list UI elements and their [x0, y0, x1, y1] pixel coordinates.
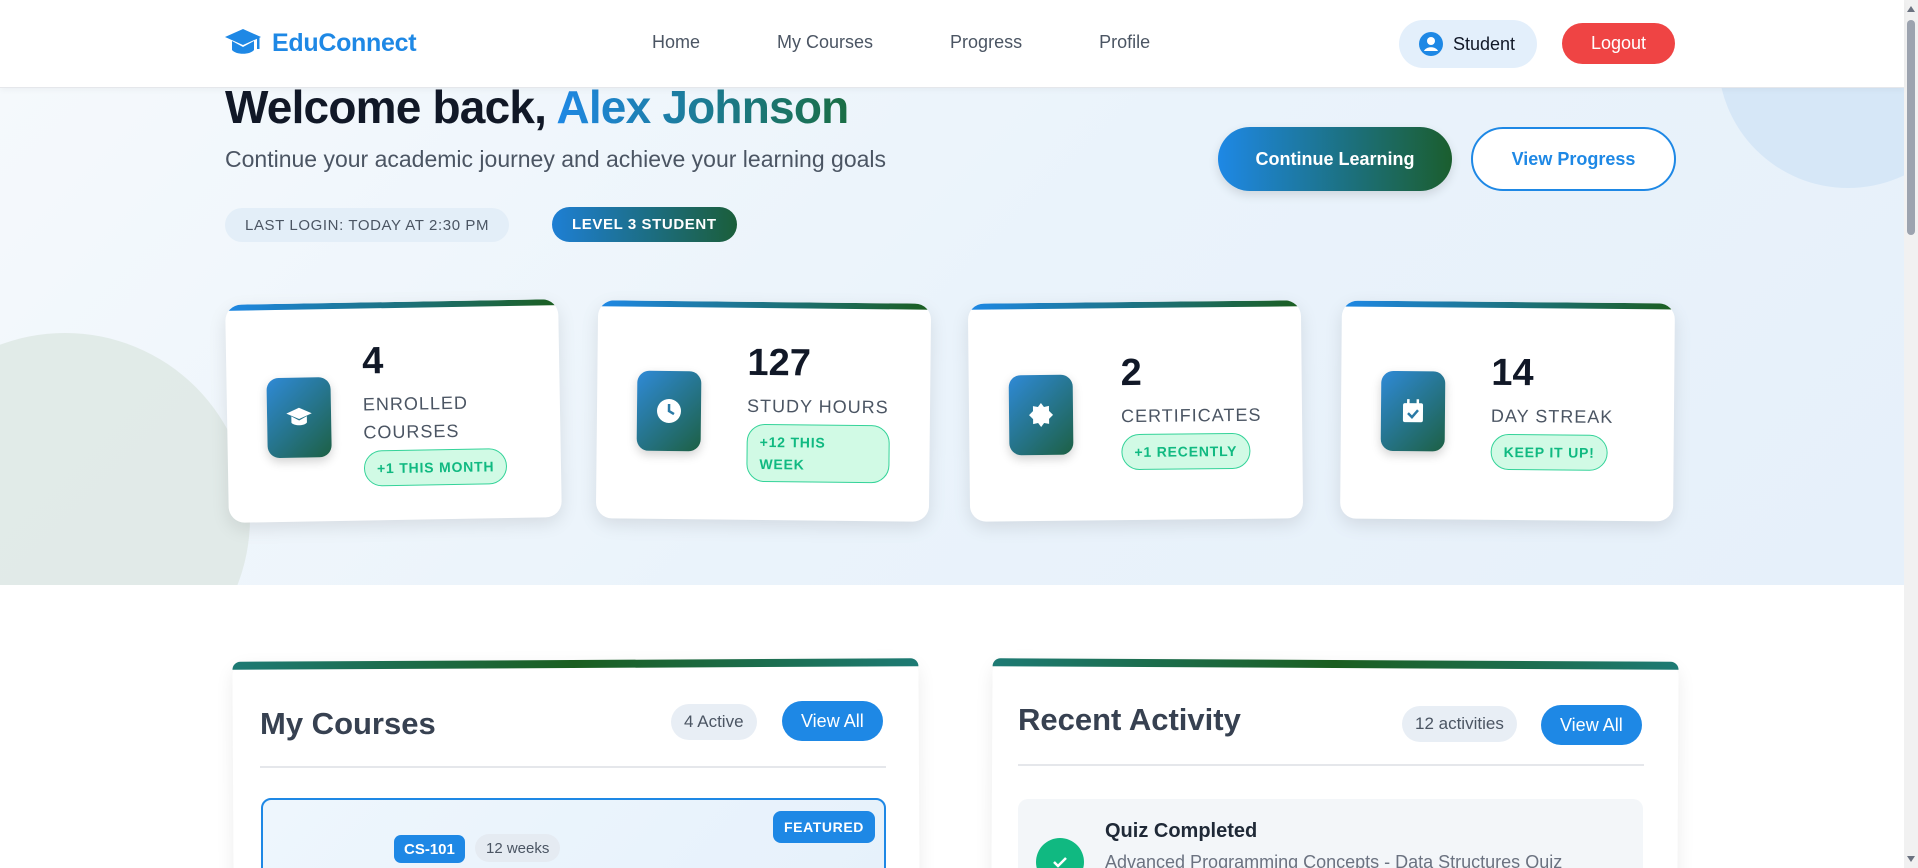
stat-card-certificates[interactable]: 2 CERTIFICATES +1 RECENTLY — [967, 300, 1304, 522]
chip-line: +12 THIS — [759, 433, 826, 451]
stat-change-chip: KEEP IT UP! — [1490, 433, 1608, 471]
stat-card-study-hours[interactable]: 127 STUDY HOURS +12 THIS WEEK — [595, 300, 932, 522]
hero-section: Welcome back, Alex Johnson Continue your… — [0, 88, 1904, 585]
divider — [260, 766, 886, 768]
welcome-heading: Welcome back, Alex Johnson — [225, 88, 849, 134]
stat-value: 4 — [361, 340, 384, 383]
activity-view-all-button[interactable]: View All — [1541, 705, 1642, 745]
stat-label: CERTIFICATES — [1120, 404, 1262, 427]
activity-title: Quiz Completed — [1105, 820, 1258, 842]
level-badge: LEVEL 3 STUDENT — [552, 207, 737, 242]
courses-view-all-button[interactable]: View All — [782, 701, 883, 741]
nav-progress[interactable]: Progress — [950, 32, 1022, 53]
nav-my-courses[interactable]: My Courses — [777, 32, 873, 53]
course-duration-badge: 12 weeks — [475, 834, 561, 862]
scrollbar-thumb[interactable] — [1907, 20, 1915, 235]
user-name: Alex Johnson — [556, 88, 849, 133]
nav-home[interactable]: Home — [652, 32, 700, 53]
courses-count-badge: 4 Active — [671, 704, 757, 740]
scroll-up-arrow-icon[interactable] — [1907, 6, 1915, 12]
stat-change-chip: +12 THIS WEEK — [746, 423, 890, 484]
graduation-cap-icon — [225, 29, 261, 54]
page-scrollbar[interactable] — [1904, 0, 1918, 868]
divider — [1018, 764, 1644, 766]
activity-count-badge: 12 activities — [1402, 706, 1517, 742]
stat-value: 2 — [1120, 351, 1142, 395]
scroll-down-arrow-icon[interactable] — [1907, 856, 1915, 862]
stat-card-enrolled-courses[interactable]: 4 ENROLLED COURSES +1 THIS MONTH — [225, 299, 562, 523]
welcome-prefix: Welcome back, — [225, 88, 547, 133]
stat-label: DAY STREAK — [1490, 405, 1614, 427]
stat-value: 127 — [747, 341, 812, 385]
certificate-icon — [1008, 374, 1074, 456]
chip-line: WEEK — [759, 455, 805, 473]
stat-label: ENROLLED COURSES — [363, 389, 469, 447]
user-menu[interactable]: Student — [1399, 20, 1537, 68]
main-nav: Home My Courses Progress Profile — [652, 32, 1227, 53]
my-courses-title: My Courses — [260, 706, 436, 741]
featured-badge: FEATURED — [773, 811, 875, 843]
stat-label-line: ENROLLED — [362, 392, 469, 415]
course-code-badge: CS-101 — [394, 835, 465, 863]
calendar-check-icon — [1380, 370, 1446, 452]
user-role-label: Student — [1453, 33, 1516, 54]
clock-icon — [636, 370, 702, 452]
stat-label-line: COURSES — [363, 420, 460, 443]
graduation-cap-icon — [266, 377, 332, 459]
nav-profile[interactable]: Profile — [1099, 32, 1150, 53]
stat-change-chip: +1 THIS MONTH — [363, 448, 508, 487]
stat-label: STUDY HOURS — [746, 395, 889, 418]
stat-card-day-streak[interactable]: 14 DAY STREAK KEEP IT UP! — [1340, 300, 1675, 522]
stat-change-chip: +1 RECENTLY — [1121, 432, 1251, 471]
last-login-badge: LAST LOGIN: TODAY AT 2:30 PM — [225, 208, 510, 242]
continue-learning-button[interactable]: Continue Learning — [1218, 127, 1452, 191]
stat-value: 14 — [1491, 351, 1534, 395]
brand-logo[interactable]: EduConnect — [224, 26, 417, 60]
hero-subtitle: Continue your academic journey and achie… — [225, 146, 887, 172]
user-avatar-icon — [1419, 32, 1443, 56]
recent-activity-title: Recent Activity — [1018, 702, 1241, 737]
view-progress-button[interactable]: View Progress — [1471, 127, 1676, 191]
decorative-circle — [0, 333, 250, 585]
activity-description: Advanced Programming Concepts - Data Str… — [1105, 852, 1563, 868]
decorative-circle — [1718, 88, 1904, 188]
logout-button[interactable]: Logout — [1562, 23, 1675, 64]
top-navbar: EduConnect Home My Courses Progress Prof… — [0, 0, 1904, 88]
brand-name: EduConnect — [272, 28, 417, 57]
